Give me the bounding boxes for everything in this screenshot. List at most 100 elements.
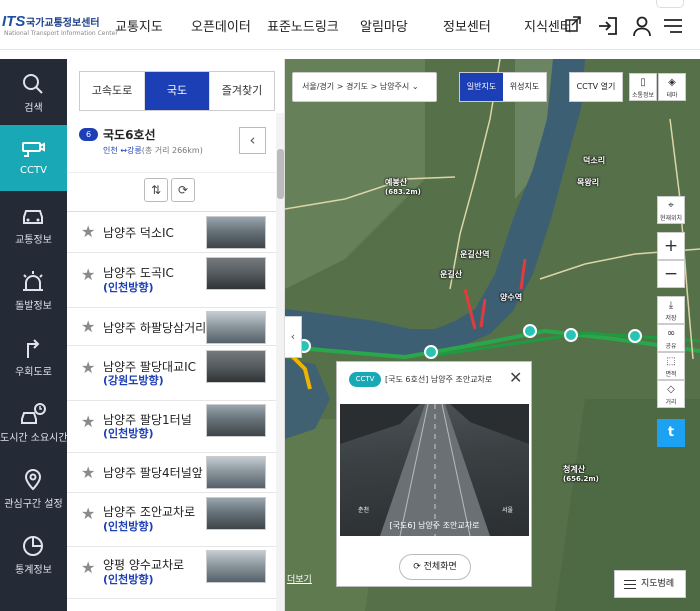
its-logo[interactable]: ITS 국가교통정보센터 National Transport Informat… [2, 10, 118, 42]
statistics-icon [23, 536, 43, 556]
tab-expressway[interactable]: 고속도로 [80, 72, 145, 110]
left-nav-detour[interactable]: 우회도로 [0, 323, 67, 389]
nav-standard-node-link[interactable]: 표준노드링크 [267, 16, 339, 35]
route-length: (총 거리 266km) [141, 146, 203, 155]
left-nav-statistics[interactable]: 통계정보 [0, 521, 67, 587]
nav-notices[interactable]: 알림마당 [360, 16, 408, 35]
favorite-star-icon[interactable]: ★ [81, 358, 95, 377]
login-icon[interactable] [597, 15, 619, 37]
route-from: 인천 [103, 146, 118, 155]
area-measure-button[interactable]: ⬚ 면적 [657, 352, 685, 380]
map-legend-button[interactable]: 지도범례 [614, 570, 686, 598]
camera-thumbnail[interactable] [206, 497, 266, 530]
camera-direction: (인천방향) [103, 520, 154, 533]
full-screen-button[interactable]: ⟳ 전체화면 [399, 554, 471, 580]
list-item[interactable]: ★ 남양주 팔당1터널 (인천방향) [67, 401, 276, 453]
left-nav: 검색 CCTV 교통정보 돌발정보 우회도로 도시간 소요시간 관심구간 설정 … [0, 59, 68, 611]
list-item[interactable]: ★ 남양주 팔당대교IC (강원도방향) [67, 346, 276, 401]
save-button[interactable]: ⤓ 저장 [657, 296, 685, 324]
share-button[interactable]: ∞ 공유 [657, 324, 685, 352]
theme-button[interactable]: ◈ 테마 [658, 73, 686, 101]
tab-national-road[interactable]: 국도 [145, 72, 210, 110]
chevron-left-icon: ‹ [249, 131, 256, 149]
tab-favorites[interactable]: 즐겨찾기 [210, 72, 274, 110]
header-toggle-chevron[interactable] [656, 0, 684, 8]
breadcrumb-region[interactable]: 서울/경기 [302, 82, 334, 91]
nav-traffic-map[interactable]: 교통지도 [115, 16, 163, 35]
favorite-star-icon[interactable]: ★ [81, 265, 95, 284]
left-nav-label: 검색 [24, 103, 43, 114]
map-label: 덕소리 [583, 156, 606, 165]
save-label: 저장 [665, 315, 677, 322]
left-nav-search[interactable]: 검색 [0, 59, 67, 125]
back-button[interactable]: ‹ [239, 127, 266, 154]
camera-direction: (인천방향) [103, 427, 154, 440]
list-item[interactable]: ★ 남양주 조안교차로 (인천방향) [67, 493, 276, 547]
popup-title: [국도 6호선] 남양주 조안교차로 [385, 375, 493, 384]
camera-thumbnail[interactable] [206, 456, 266, 489]
list-scrollbar[interactable] [276, 113, 284, 611]
left-nav-interest-section[interactable]: 관심구간 설정 [0, 455, 67, 521]
left-nav-label: 도시간 소요시간 [0, 433, 68, 444]
camera-thumbnail[interactable] [206, 404, 266, 437]
layers-icon: ◈ [668, 77, 676, 88]
list-item[interactable]: ★ 남양주 덕소IC [67, 212, 276, 253]
scrollbar-thumb[interactable] [277, 149, 284, 199]
map-label: 운길산 [440, 270, 463, 279]
left-nav-traffic-info[interactable]: 교통정보 [0, 191, 67, 257]
camera-thumbnail[interactable] [206, 216, 266, 249]
sort-direction-button[interactable]: ⇅ [144, 178, 168, 202]
favorite-star-icon[interactable]: ★ [81, 504, 95, 523]
favorite-star-icon[interactable]: ★ [81, 222, 95, 241]
video-left-direction: 춘천 [358, 507, 370, 514]
search-icon [23, 74, 43, 94]
distance-label: 거리 [665, 399, 677, 406]
refresh-button[interactable]: ⟳ [171, 178, 195, 202]
map-type-satellite[interactable]: 위성지도 [503, 73, 546, 101]
route-to: 강릉 [126, 146, 142, 155]
camera-thumbnail[interactable] [206, 311, 266, 344]
cctv-video[interactable]: 춘천 서울 [국도6] 남양주 조안교차로 [340, 404, 529, 536]
ruler-icon: ◇ [667, 384, 675, 395]
panel-collapse-button[interactable]: ‹ [285, 316, 302, 358]
cctv-tag: CCTV [349, 372, 381, 387]
map-label-sub: (683.2m) [385, 188, 421, 196]
location-pin-icon [24, 469, 42, 491]
map-type-normal[interactable]: 일반지도 [460, 73, 503, 101]
camera-thumbnail[interactable] [206, 350, 266, 383]
current-location-button[interactable]: ⌖ 현재위치 [657, 196, 685, 224]
list-item[interactable]: ★ 남양주 팔당4터널앞 [67, 453, 276, 493]
zoom-in-button[interactable]: + [657, 232, 685, 260]
more-link[interactable]: 더보기 [287, 572, 312, 585]
left-nav-travel-time[interactable]: 도시간 소요시간 [0, 389, 68, 455]
breadcrumb-separator: > [370, 82, 378, 91]
left-nav-incidents[interactable]: 돌발정보 [0, 257, 67, 323]
camera-thumbnail[interactable] [206, 550, 266, 583]
favorite-star-icon[interactable]: ★ [81, 412, 95, 431]
distance-measure-button[interactable]: ◇ 거리 [657, 380, 685, 408]
external-link-icon[interactable] [564, 15, 584, 37]
nav-open-data[interactable]: 오픈데이터 [191, 16, 251, 35]
list-item[interactable]: ★ 남양주 하팔당삼거리 [67, 308, 276, 346]
favorite-star-icon[interactable]: ★ [81, 463, 95, 482]
menu-icon[interactable] [662, 15, 684, 37]
breadcrumb-city[interactable]: 남양주시 [380, 82, 409, 91]
close-icon[interactable]: ✕ [509, 369, 522, 387]
list-item[interactable]: ★ 남양주 도곡IC (인천방향) [67, 253, 276, 308]
breadcrumb[interactable]: 서울/경기 > 경기도 > 남양주시 ⌄ [292, 72, 437, 102]
zoom-out-button[interactable]: − [657, 260, 685, 288]
favorite-star-icon[interactable]: ★ [81, 558, 95, 577]
breadcrumb-province[interactable]: 경기도 [346, 82, 368, 91]
nav-info-center[interactable]: 정보센터 [443, 16, 491, 35]
user-icon[interactable] [631, 15, 653, 37]
left-nav-cctv[interactable]: CCTV [0, 125, 67, 191]
favorite-star-icon[interactable]: ★ [81, 317, 95, 336]
camera-thumbnail[interactable] [206, 257, 266, 290]
twitter-button[interactable]: t [657, 419, 685, 447]
list-item[interactable]: ★ 양평 양수교차로 (인천방향) [67, 547, 276, 599]
refresh-icon: ⟳ [413, 562, 421, 572]
map-label: 예봉산 (683.2m) [385, 177, 421, 196]
cctv-open-button[interactable]: CCTV 열기 [569, 72, 623, 102]
traffic-info-button[interactable]: ▯ 소통정보 [629, 73, 657, 101]
left-nav-label: 교통정보 [15, 235, 52, 246]
